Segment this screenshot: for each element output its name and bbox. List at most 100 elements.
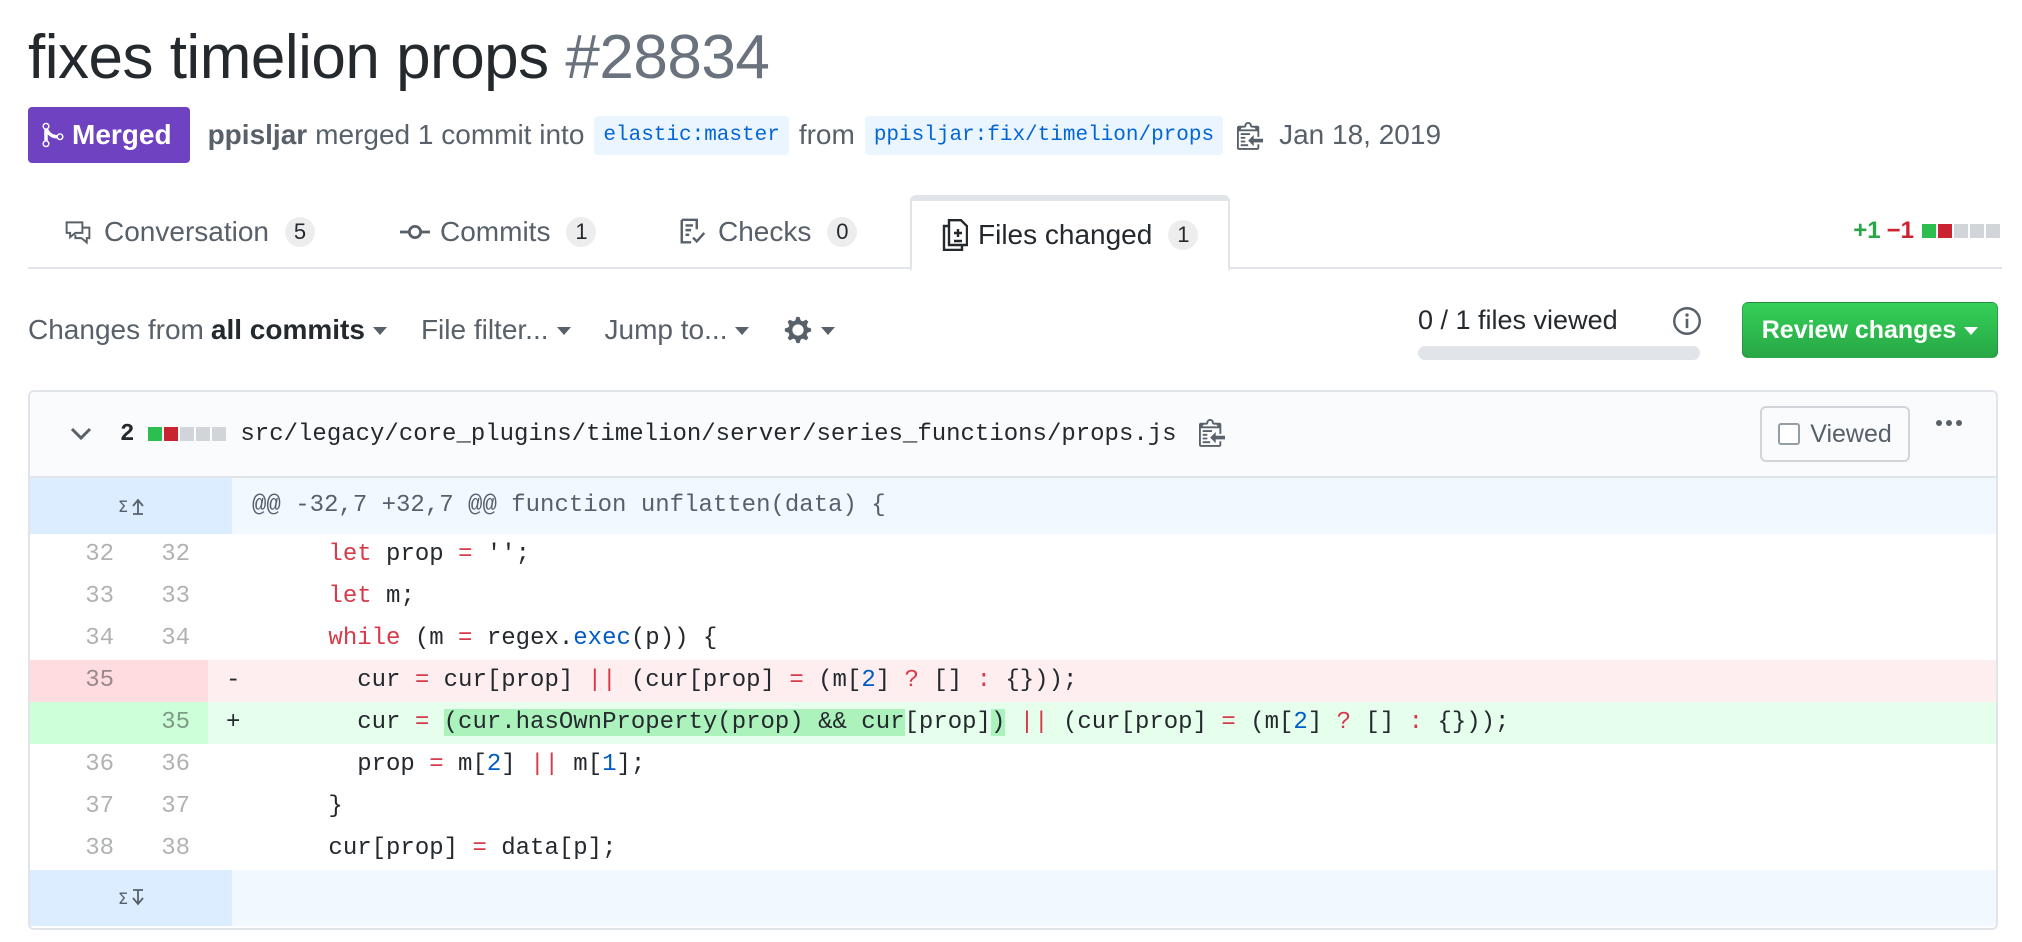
changes-from-dropdown[interactable]: Changes from all commits — [28, 314, 387, 346]
code-token: let — [328, 583, 372, 610]
code-token: || — [530, 751, 559, 778]
kebab-horizontal-icon[interactable] — [1934, 420, 1964, 426]
gear-icon — [785, 316, 812, 344]
code-token: cur[prop] — [242, 835, 473, 862]
changes-from-prefix: Changes from — [28, 314, 204, 345]
file-diffstat — [148, 427, 228, 441]
file-header: 2 src/legacy/core_plugins/timelion/serve… — [30, 392, 1996, 478]
files-viewed-progress: 0 / 1 files viewed — [1418, 300, 1700, 360]
new-line-number[interactable]: 34 — [130, 618, 208, 660]
code-token: : — [976, 667, 991, 694]
old-line-number[interactable]: 38 — [30, 828, 130, 870]
diffstat-block — [1922, 224, 1936, 238]
new-line-number[interactable]: 32 — [130, 534, 208, 576]
diff-line: 36 36 prop = m[2] || m[1]; — [30, 744, 1996, 786]
tab-commits[interactable]: Commits 1 — [400, 195, 597, 269]
new-line-number[interactable]: 35 — [130, 702, 208, 744]
code-token: ] — [875, 667, 905, 694]
code-token: data[p]; — [486, 835, 617, 862]
code-token: ? — [904, 667, 919, 694]
code-token: : — [1408, 709, 1424, 736]
viewed-checkbox[interactable] — [1778, 423, 1801, 445]
old-line-number[interactable]: 33 — [30, 576, 130, 618]
base-branch[interactable]: elastic:master — [594, 115, 789, 155]
code-token: exec — [573, 625, 631, 652]
new-line-number[interactable] — [130, 660, 208, 702]
tab-counter: 0 — [827, 217, 858, 247]
code-line: cur[prop] = data[p]; — [208, 828, 1996, 870]
merge-action-text: merged 1 commit into — [315, 119, 585, 150]
old-line-number[interactable]: 34 — [30, 618, 130, 660]
tab-counter: 1 — [1168, 220, 1199, 250]
caret-down-icon — [735, 327, 750, 335]
caret-down-icon — [556, 327, 571, 335]
diff-line-addition: 35 + cur = (cur.hasOwnProperty(prop) && … — [30, 702, 1996, 744]
svg-text:Σ: Σ — [118, 889, 128, 908]
merge-date: Jan 18, 2019 — [1279, 119, 1442, 150]
clippy-icon[interactable] — [1198, 417, 1225, 452]
tab-conversation[interactable]: Conversation 5 — [62, 195, 315, 269]
expand-up-icon[interactable]: Σ — [30, 478, 232, 534]
tab-checks[interactable]: Checks 0 — [678, 195, 858, 269]
new-line-number[interactable]: 38 — [130, 828, 208, 870]
info-icon[interactable] — [1672, 306, 1702, 341]
code-token: prop — [242, 751, 430, 778]
code-token: regex. — [472, 625, 574, 652]
code-token: (m[ — [803, 667, 862, 694]
tab-label: Commits — [440, 216, 551, 247]
code-token: = — [458, 541, 473, 568]
code-token: || — [1019, 709, 1049, 736]
jump-to-dropdown[interactable]: Jump to... — [605, 314, 750, 346]
old-line-number[interactable] — [30, 702, 130, 744]
file-filter-dropdown[interactable]: File filter... — [421, 314, 571, 346]
head-branch[interactable]: ppisljar:fix/timelion/props — [864, 115, 1224, 155]
hunk-header-row: Σ @@ -32,7 +32,7 @@ function unflatten(d… — [30, 478, 1996, 534]
changes-from-value: all commits — [210, 314, 365, 345]
old-line-number[interactable]: 35 — [30, 660, 130, 702]
code-token: m[ — [443, 751, 487, 778]
clippy-icon[interactable] — [1237, 120, 1264, 150]
checklist-icon — [680, 218, 706, 244]
diff-line-deletion: 35 - cur = cur[prop] || (cur[prop] = (m[… — [30, 660, 1996, 702]
code-token: m; — [371, 583, 415, 610]
chevron-down-icon[interactable] — [70, 427, 92, 441]
code-token: cur — [242, 667, 415, 694]
tab-files-changed[interactable]: Files changed 1 — [910, 195, 1231, 271]
old-line-number[interactable]: 37 — [30, 786, 130, 828]
diffstat-block — [1954, 224, 1968, 238]
diffstat-block — [212, 427, 227, 441]
viewed-label: Viewed — [1810, 419, 1892, 448]
deletion-marker: - — [226, 667, 241, 694]
code-line: + cur = (cur.hasOwnProperty(prop) && cur… — [208, 702, 1996, 744]
diffstat-block — [196, 427, 211, 441]
code-token: 2 — [486, 751, 502, 778]
from-text: from — [798, 119, 855, 150]
new-line-number[interactable]: 37 — [130, 786, 208, 828]
diffstat-block — [1986, 224, 2000, 238]
state-badge: Merged — [28, 107, 190, 163]
file-change-count: 2 — [120, 420, 135, 448]
git-commit-icon — [400, 224, 430, 240]
new-line-number[interactable]: 36 — [130, 744, 208, 786]
file-path[interactable]: src/legacy/core_plugins/timelion/server/… — [240, 421, 1176, 448]
code-token: ) — [990, 709, 1006, 736]
code-token: ] — [501, 751, 531, 778]
review-changes-button[interactable]: Review changes — [1742, 302, 1998, 358]
old-line-number[interactable]: 32 — [30, 534, 130, 576]
diff-settings-dropdown[interactable] — [783, 315, 836, 345]
code-token: [] — [1351, 709, 1409, 736]
new-line-number[interactable]: 33 — [130, 576, 208, 618]
code-token: = — [414, 667, 430, 694]
author-link[interactable]: ppisljar — [208, 119, 308, 151]
viewed-toggle[interactable]: Viewed — [1760, 406, 1910, 462]
diffstat-deletions: −1 — [1886, 217, 1914, 244]
code-token: {})); — [1423, 709, 1510, 736]
code-token: 2 — [1293, 709, 1308, 736]
diffstat: +1 −1 — [1853, 217, 2002, 245]
code-token: [] — [918, 667, 977, 694]
file-diff: 2 src/legacy/core_plugins/timelion/serve… — [28, 390, 1998, 930]
expand-down-icon[interactable]: Σ — [30, 870, 232, 926]
old-line-number[interactable]: 36 — [30, 744, 130, 786]
